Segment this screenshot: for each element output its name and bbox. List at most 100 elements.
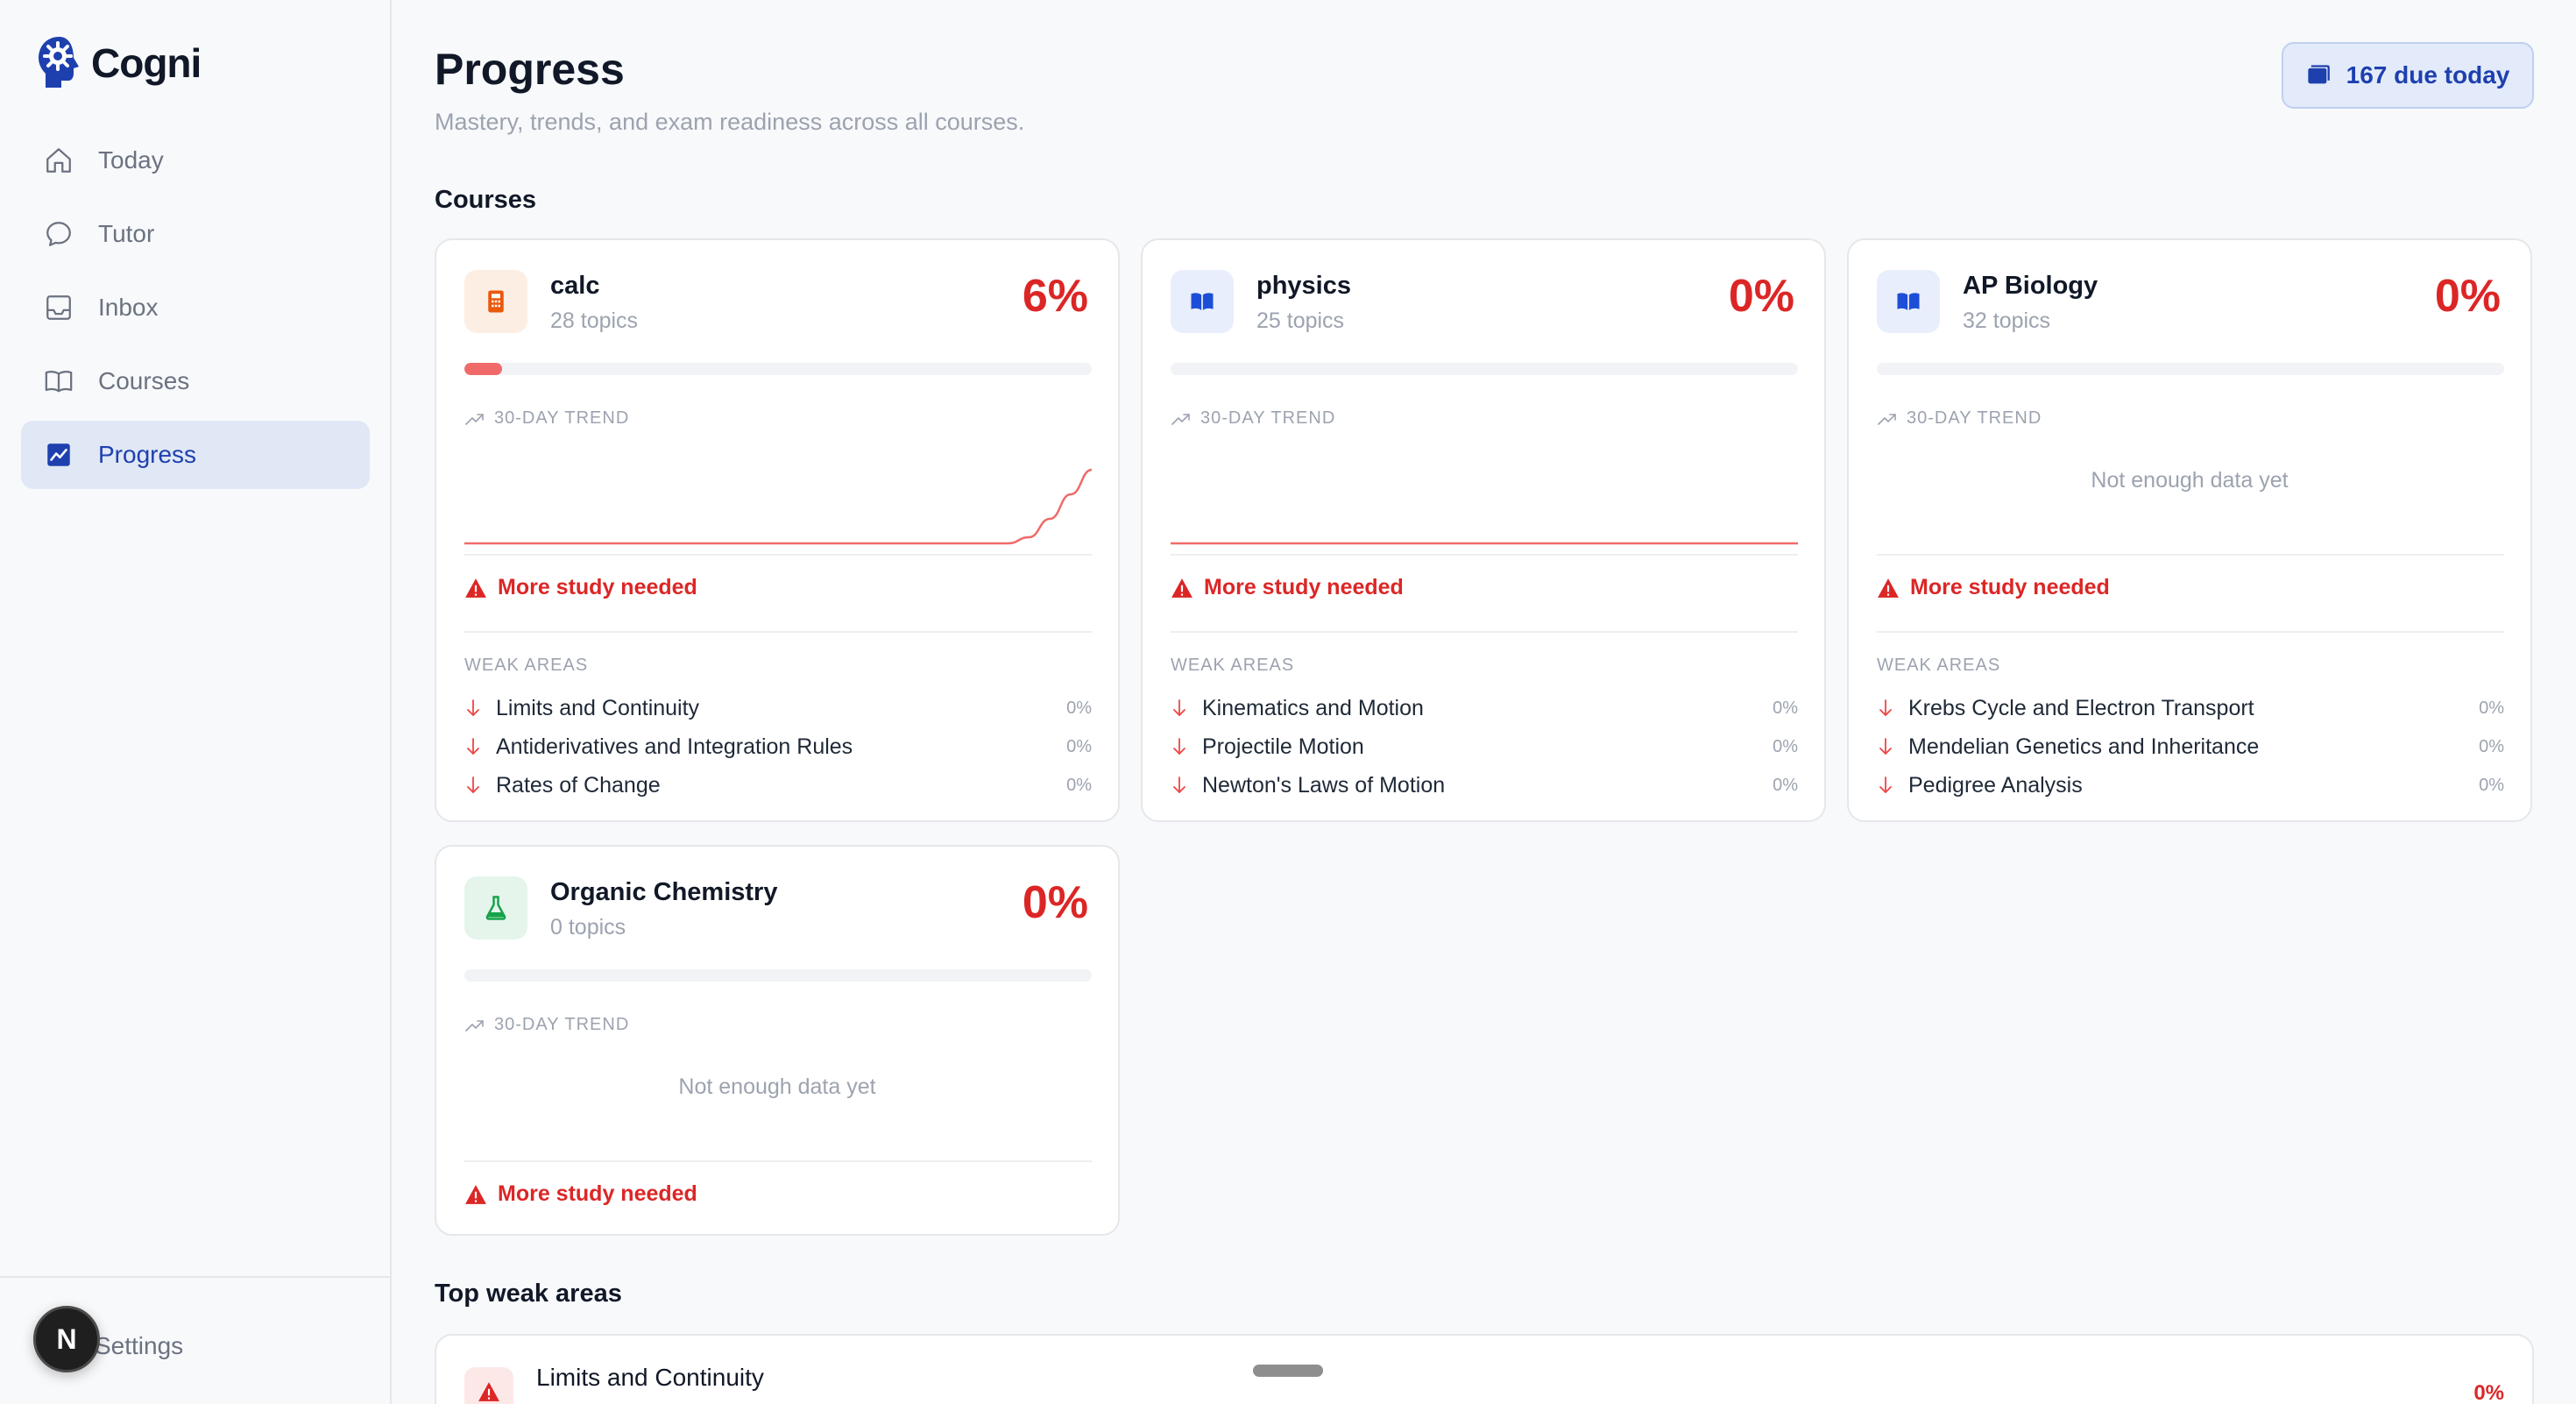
course-mastery-percent: 0%: [2434, 271, 2501, 322]
course-card[interactable]: physics 25 topics 0% 30-DAY TREND More s…: [1141, 238, 1826, 822]
arrow-down-icon: [464, 776, 496, 795]
sidebar-footer: Settings N: [0, 1276, 390, 1404]
weak-areas-list: Kinematics and Motion 0% Projectile Moti…: [1171, 689, 1798, 805]
trend-label-text: 30-DAY TREND: [1200, 408, 1336, 428]
mastery-bar: [1171, 363, 1798, 375]
course-topic-count: 0 topics: [550, 915, 626, 940]
course-topic-count: 28 topics: [550, 308, 639, 333]
inbox-icon: [46, 295, 71, 320]
arrow-down-icon: [1877, 737, 1908, 756]
weak-area-row[interactable]: Projectile Motion 0%: [1171, 727, 1798, 766]
weak-area-row[interactable]: Kinematics and Motion 0%: [1171, 689, 1798, 727]
study-warning-text: More study needed: [498, 1181, 697, 1206]
brand-name: Cogni: [91, 40, 202, 86]
sidebar-item-courses[interactable]: Courses: [21, 347, 370, 415]
flask-icon: [464, 876, 527, 940]
course-mastery-percent: 0%: [1728, 271, 1794, 322]
weak-area-percent: 0%: [2479, 775, 2504, 795]
weak-area-row[interactable]: Krebs Cycle and Electron Transport 0%: [1877, 689, 2504, 727]
study-warning: More study needed: [1171, 575, 1404, 600]
weak-area-name: Newton's Laws of Motion: [1202, 772, 1446, 798]
top-weak-percent: 0%: [2473, 1381, 2504, 1404]
due-today-button[interactable]: 167 due today: [2282, 42, 2534, 109]
brand[interactable]: Cogni: [35, 33, 202, 93]
weak-area-row[interactable]: Rates of Change 0%: [464, 766, 1092, 805]
weak-area-row[interactable]: Pedigree Analysis 0%: [1877, 766, 2504, 805]
top-weak-name: Limits and Continuity: [536, 1364, 764, 1391]
scroll-handle[interactable]: [1253, 1365, 1323, 1377]
book-icon: [1877, 270, 1940, 333]
arrow-down-icon: [1171, 776, 1202, 795]
course-name: Organic Chemistry: [550, 878, 778, 906]
cards-icon: [2307, 65, 2330, 84]
trend-icon: [464, 1018, 485, 1033]
divider: [1877, 631, 2504, 633]
weak-area-name: Pedigree Analysis: [1908, 772, 2083, 798]
trend-empty-message: Not enough data yet: [678, 1074, 876, 1099]
weak-area-percent: 0%: [1773, 775, 1798, 795]
study-warning-text: More study needed: [1204, 575, 1404, 599]
divider: [464, 631, 1092, 633]
weak-area-row[interactable]: Limits and Continuity 0%: [464, 689, 1092, 727]
weak-area-name: Rates of Change: [496, 772, 661, 798]
weak-area-row[interactable]: Mendelian Genetics and Inheritance 0%: [1877, 727, 2504, 766]
trend-label-text: 30-DAY TREND: [1907, 408, 2042, 428]
page-title: Progress: [435, 45, 625, 94]
warning-icon: [1877, 578, 1900, 599]
course-card[interactable]: Organic Chemistry 0 topics 0% 30-DAY TRE…: [435, 845, 1120, 1236]
weak-area-row[interactable]: Newton's Laws of Motion 0%: [1171, 766, 1798, 805]
divider: [464, 1160, 1092, 1162]
arrow-down-icon: [1877, 698, 1908, 718]
trend-sparkline: [1171, 542, 1798, 545]
mastery-bar-fill: [464, 363, 502, 375]
arrow-down-icon: [1877, 776, 1908, 795]
sidebar-item-progress[interactable]: Progress: [21, 421, 370, 489]
top-weak-item[interactable]: Limits and Continuity 0%: [435, 1334, 2534, 1404]
sidebar-item-tutor[interactable]: Tutor: [21, 200, 370, 268]
weak-areas-title: WEAK AREAS: [1171, 656, 1295, 675]
study-warning-text: More study needed: [1910, 575, 2110, 599]
arrow-down-icon: [1171, 737, 1202, 756]
trend-label: 30-DAY TREND: [1171, 408, 1335, 429]
calculator-icon: [464, 270, 527, 333]
study-warning: More study needed: [464, 575, 697, 600]
sidebar-item-label: Today: [98, 146, 164, 174]
course-topic-count: 25 topics: [1256, 308, 1345, 333]
course-mastery-percent: 6%: [1022, 271, 1088, 322]
warning-icon: [464, 1184, 487, 1205]
warning-icon: [464, 1367, 513, 1404]
sidebar-item-label: Courses: [98, 367, 190, 394]
weak-area-name: Krebs Cycle and Electron Transport: [1908, 695, 2254, 720]
weak-area-row[interactable]: Antiderivatives and Integration Rules 0%: [464, 727, 1092, 766]
weak-area-name: Kinematics and Motion: [1202, 695, 1424, 720]
course-mastery-percent: 0%: [1022, 877, 1088, 928]
trend-icon: [1171, 411, 1192, 427]
weak-areas-title: WEAK AREAS: [1877, 656, 2001, 675]
courses-section-title: Courses: [435, 186, 537, 214]
avatar[interactable]: N: [33, 1306, 100, 1372]
weak-area-percent: 0%: [2479, 698, 2504, 718]
trend-label-text: 30-DAY TREND: [494, 1015, 630, 1034]
home-icon: [46, 148, 71, 173]
weak-area-percent: 0%: [1066, 698, 1092, 718]
trend-label: 30-DAY TREND: [464, 408, 629, 429]
weak-areas-list: Limits and Continuity 0% Antiderivatives…: [464, 689, 1092, 805]
weak-area-percent: 0%: [1773, 736, 1798, 756]
sidebar-item-today[interactable]: Today: [21, 126, 370, 195]
sidebar-item-settings[interactable]: Settings: [95, 1332, 183, 1360]
course-card[interactable]: AP Biology 32 topics 0% 30-DAY TREND Not…: [1847, 238, 2532, 822]
course-card[interactable]: calc 28 topics 6% 30-DAY TREND More stud…: [435, 238, 1120, 822]
trend-series-line: [464, 468, 1092, 545]
chat-bubble-icon: [46, 222, 71, 246]
weak-area-percent: 0%: [1066, 775, 1092, 795]
sidebar-item-inbox[interactable]: Inbox: [21, 273, 370, 342]
weak-area-percent: 0%: [1773, 698, 1798, 718]
course-name: AP Biology: [1963, 272, 2098, 300]
trend-empty-message: Not enough data yet: [2091, 468, 2289, 493]
trend-label: 30-DAY TREND: [464, 1015, 629, 1035]
weak-area-percent: 0%: [2479, 736, 2504, 756]
trend-sparkline: [464, 468, 1092, 545]
due-today-label: 167 due today: [2346, 61, 2510, 89]
arrow-down-icon: [1171, 698, 1202, 718]
study-warning: More study needed: [464, 1181, 697, 1207]
